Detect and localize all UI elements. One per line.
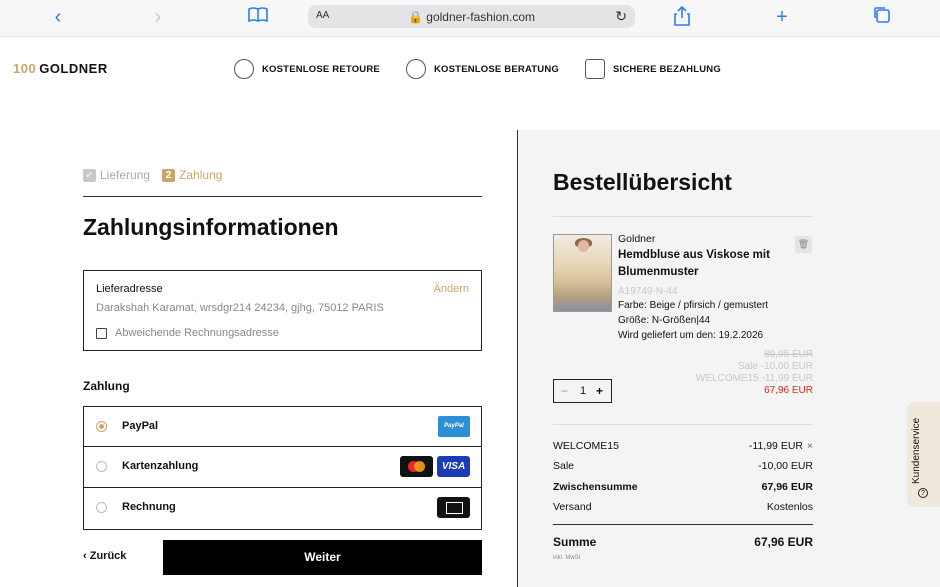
page-title: Zahlungsinformationen [83,214,339,240]
price-welcome-discount: WELCOME15 -11,99 EUR [695,373,813,384]
price-sale-discount: Sale -10,00 EUR [737,361,813,372]
url-text: 🔒 goldner-fashion.com [407,10,535,24]
book-icon[interactable] [246,6,270,28]
quantity-minus-button[interactable]: − [561,384,568,398]
payment-invoice-label: Rechnung [122,501,176,513]
question-icon: ? [918,488,928,498]
url-host: goldner-fashion.com [426,10,535,24]
share-icon[interactable] [670,5,694,28]
back-label: Zurück [89,550,127,562]
paypal-logo-icon: PayPal [438,416,470,437]
back-arrow-icon[interactable]: ‹ [46,6,70,28]
row-sale-value: -10,00 EUR [758,460,813,472]
totals-divider [553,424,813,425]
row-sale-label: Sale [553,460,575,472]
phone-icon [406,59,426,79]
remove-coupon-icon[interactable]: × [807,440,813,452]
visa-logo-icon: VISA [437,456,470,477]
product-name[interactable]: Hemdbluse aus Viskose mit Blumenmuster [618,247,788,281]
total-divider [553,524,813,525]
next-button[interactable]: Weiter [163,540,482,575]
back-link[interactable]: ‹ Zurück [83,550,126,562]
product-brand: Goldner [618,233,656,245]
summary-divider [553,216,813,217]
alt-billing-label[interactable]: Abweichende Rechnungsadresse [115,327,279,339]
product-size: Größe: N-Größen|44 [618,315,711,326]
step-check-icon: ✓ [83,168,96,182]
forward-arrow-icon[interactable]: › [146,6,170,28]
quantity-value: 1 [580,385,587,397]
step-zahlung: 2 Zahlung [162,168,222,182]
summary-title: Bestellübersicht [553,169,732,195]
trash-icon[interactable]: 🗑 [795,236,812,253]
usp-beratung-label: KOSTENLOSE BERATUNG [434,63,560,75]
quantity-plus-button[interactable]: + [596,384,603,398]
logo-text: GOLDNER [39,61,108,76]
address-value: Darakshah Karamat, wrsdgr214 24234, gjhg… [96,302,384,314]
address-bar[interactable]: AA 🔒 goldner-fashion.com ↻ [308,5,635,28]
product-image[interactable] [553,234,612,312]
payment-option-paypal[interactable]: PayPal PayPal [83,406,482,447]
return-box-icon [234,59,254,79]
vat-note: inkl. MwSt [553,555,581,561]
row-shipping-label: Versand [553,501,592,513]
customer-service-label: Kundenservice [911,417,922,484]
goldner-logo[interactable]: 100 GOLDNER [13,61,108,76]
step-lieferung[interactable]: ✓ Lieferung [83,168,150,182]
alt-billing-checkbox[interactable] [96,328,107,339]
payment-card-label: Kartenzahlung [122,460,199,472]
product-delivery-date: Wird geliefert um den: 19.2.2026 [618,330,764,341]
delivery-address-box: Lieferadresse Ändern Darakshah Karamat, … [83,270,482,351]
reload-icon[interactable]: ↻ [615,8,627,25]
step-zahlung-label: Zahlung [179,168,223,182]
price-original: 89,95 EUR [764,349,813,360]
browser-toolbar: ‹ › AA 🔒 goldner-fashion.com ↻ + [0,0,940,37]
row-subtotal-value: 67,96 EUR [761,481,813,493]
radio-invoice[interactable] [96,502,107,513]
usp-retoure: KOSTENLOSE RETOURE [234,59,380,79]
new-tab-plus-icon[interactable]: + [770,6,794,28]
customer-service-tab[interactable]: Kundenservice ? [907,402,940,507]
step-number: 2 [162,168,176,182]
usp-retoure-label: KOSTENLOSE RETOURE [262,63,380,75]
payment-option-invoice[interactable]: Rechnung [83,488,482,530]
secure-payment-icon [585,59,605,79]
radio-card[interactable] [96,461,107,472]
site-header: 100 GOLDNER KOSTENLOSE RETOURE KOSTENLOSE… [0,37,940,103]
usp-bezahlung: SICHERE BEZAHLUNG [585,59,721,79]
row-subtotal-label: Zwischensumme [553,481,638,493]
usp-beratung: KOSTENLOSE BERATUNG [406,59,559,79]
payment-heading: Zahlung [83,379,130,393]
product-color: Farbe: Beige / pfirsich / gemustert [618,300,769,311]
quantity-stepper: − 1 + [553,379,612,403]
address-label: Lieferadresse [96,283,163,295]
tabs-overview-icon[interactable] [870,6,894,28]
row-shipping-value: Kostenlos [766,501,813,513]
checkout-steps: ✓ Lieferung 2 Zahlung [83,168,222,182]
steps-divider [83,196,482,197]
payment-paypal-label: PayPal [122,420,159,432]
invoice-envelope-icon [437,497,470,518]
order-summary: Bestellübersicht Goldner Hemdbluse aus V… [518,130,940,587]
change-address-link[interactable]: Ändern [434,283,469,295]
payment-option-card[interactable]: Kartenzahlung VISA [83,447,482,488]
step-lieferung-label: Lieferung [100,168,151,182]
row-welcome-value: -11,99 EUR [748,440,803,452]
logo-prefix: 100 [13,61,37,76]
product-image-face [578,240,589,252]
mastercard-logo-icon [400,456,433,477]
usp-bezahlung-label: SICHERE BEZAHLUNG [613,63,721,75]
total-label: Summe [553,535,597,549]
radio-paypal[interactable] [96,421,107,432]
total-value: 67,96 EUR [754,535,813,549]
row-welcome-label: WELCOME15 [553,440,619,452]
checkout-form: ✓ Lieferung 2 Zahlung Zahlungsinformatio… [0,130,517,587]
price-final: 67,96 EUR [764,385,813,396]
product-article-number: A19749-N-44 [618,286,678,297]
